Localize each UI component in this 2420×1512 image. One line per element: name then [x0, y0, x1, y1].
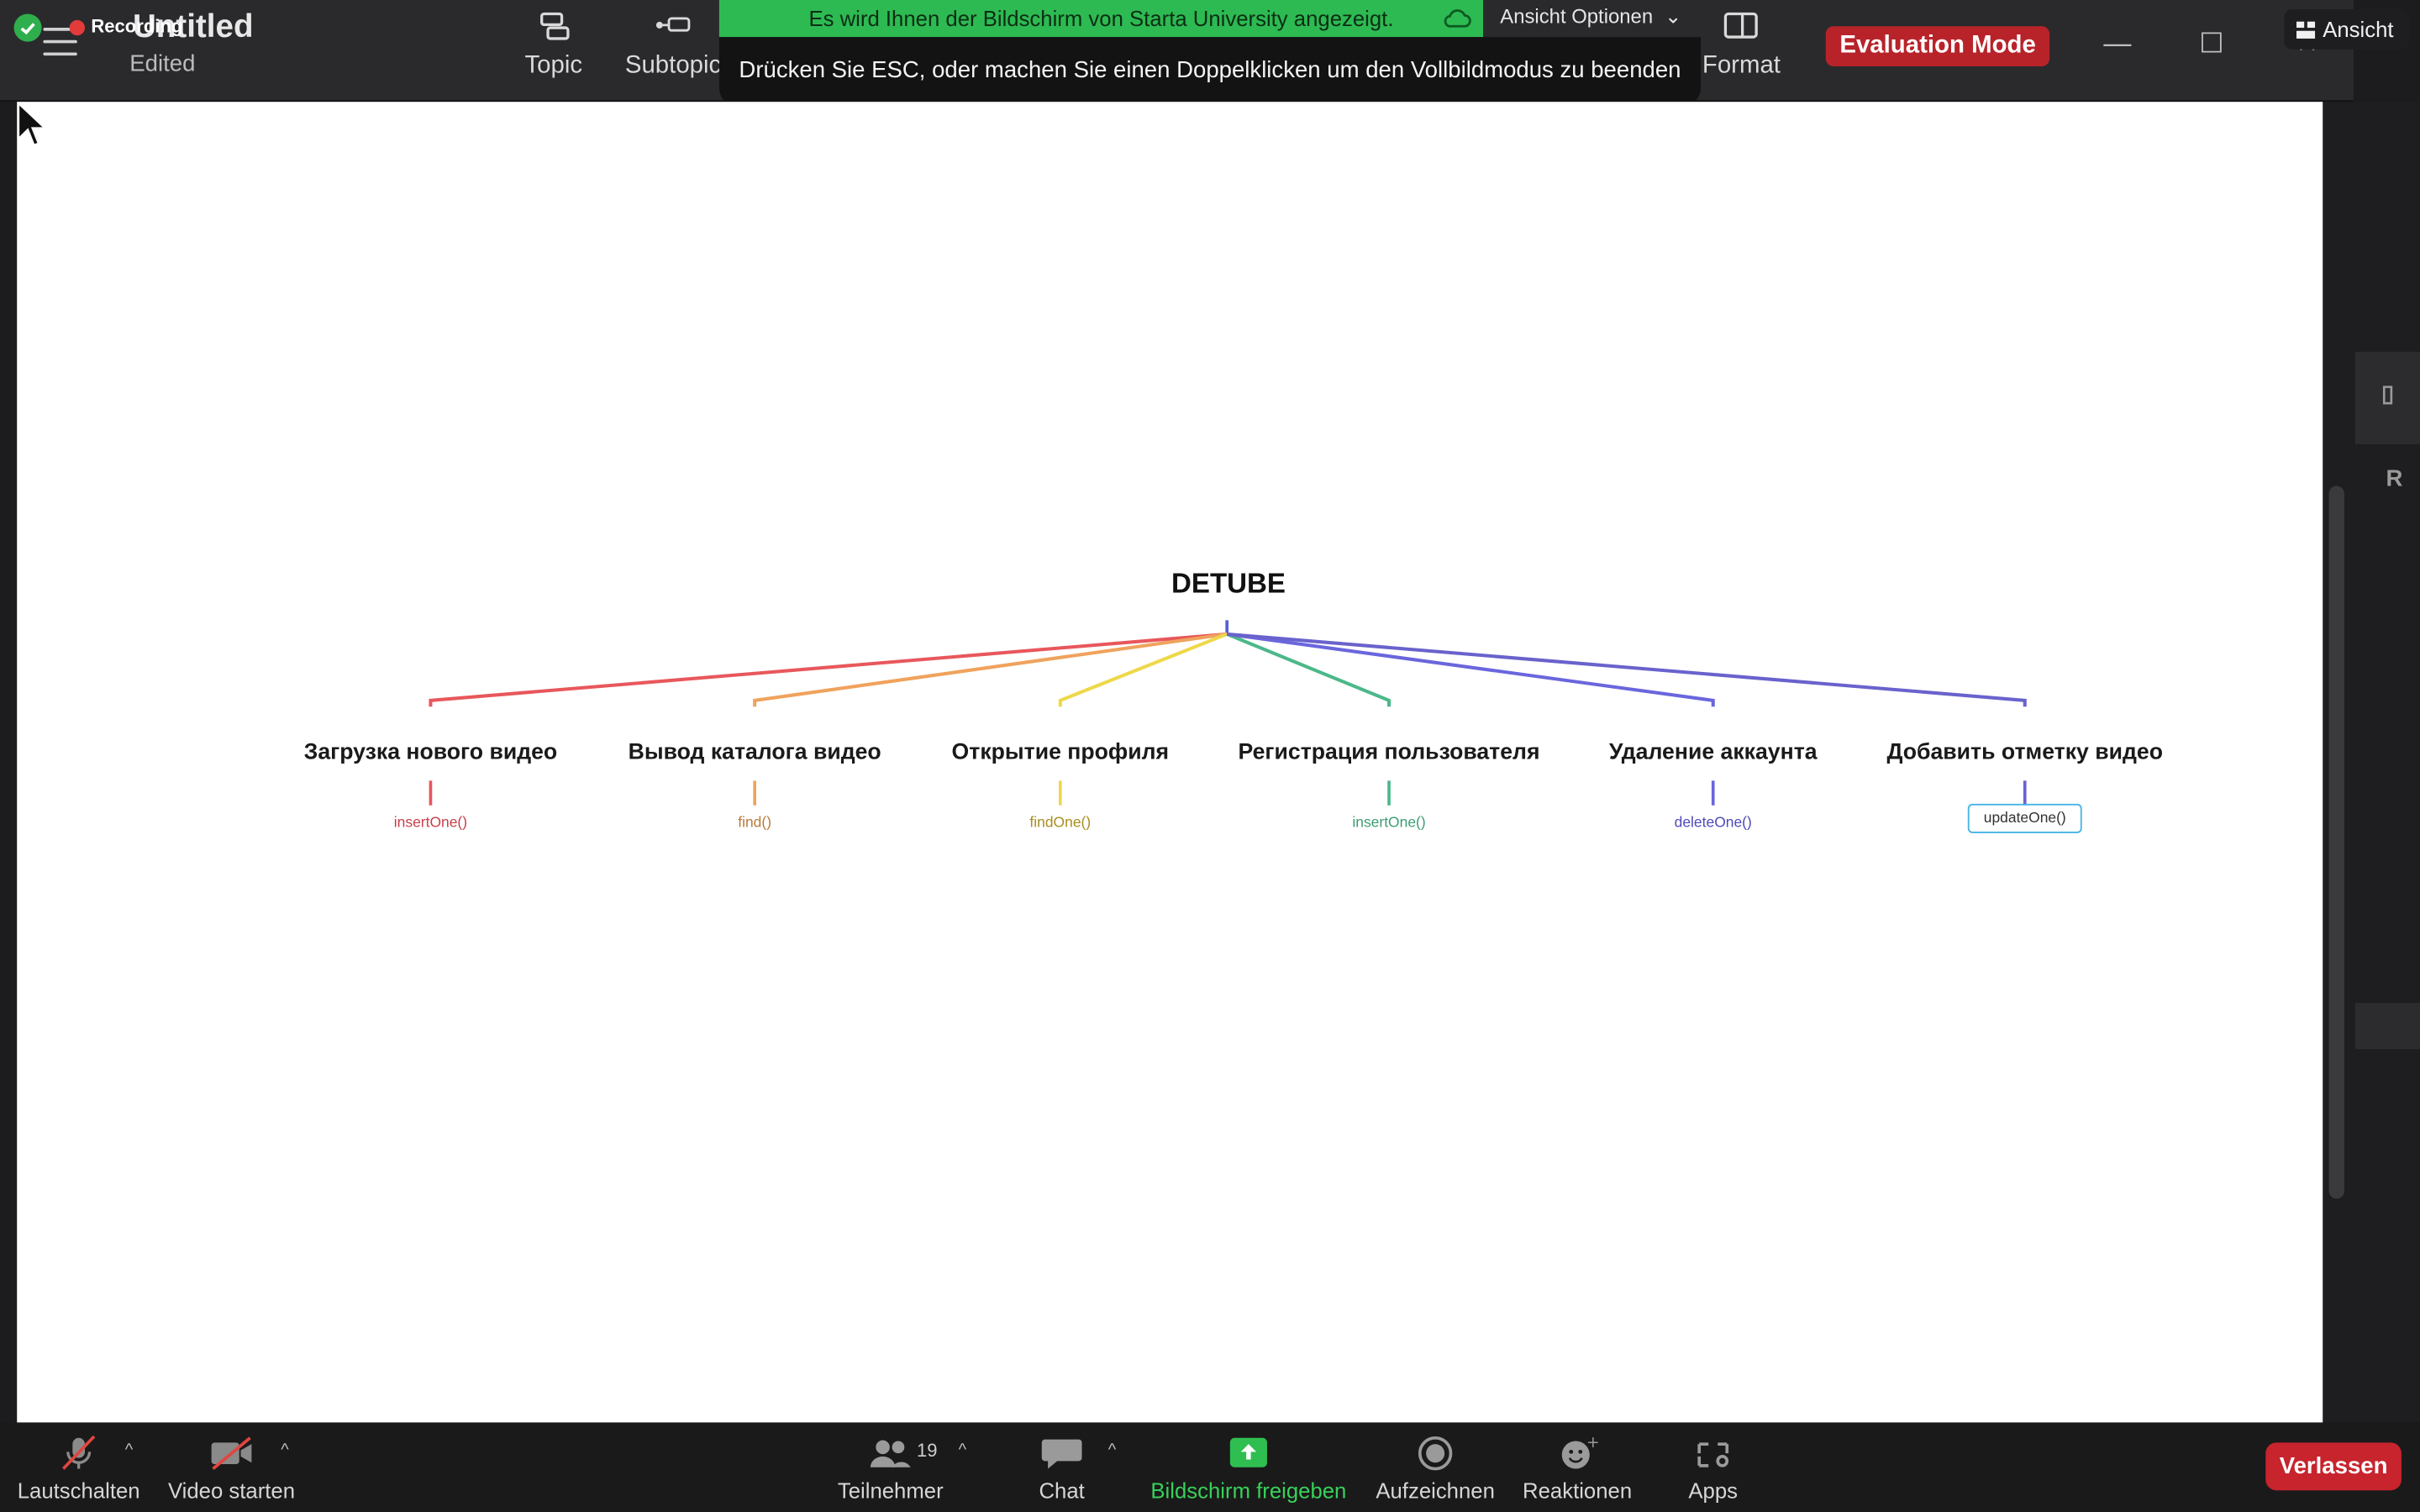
- format-panel-icon: [1702, 9, 1781, 46]
- format-label: Format: [1702, 52, 1781, 79]
- start-video-label: Video starten: [167, 1478, 296, 1503]
- subtopic-node[interactable]: find(): [677, 815, 832, 832]
- maximize-icon[interactable]: ☐: [2193, 24, 2230, 61]
- subtopic-button[interactable]: Subtopic: [625, 9, 721, 80]
- panel-letter-icon: R: [2386, 465, 2403, 492]
- subtopic-node[interactable]: findOne(): [983, 815, 1138, 832]
- topic-label: Topic: [524, 52, 583, 79]
- central-topic[interactable]: DETUBE: [1082, 568, 1376, 601]
- branch-topic[interactable]: Открытие профиля: [883, 741, 1238, 765]
- branch-topic[interactable]: Удаление аккаунта: [1536, 741, 1891, 765]
- subtopic-node[interactable]: updateOne(): [1967, 803, 2082, 833]
- cloud-icon: [1441, 6, 1472, 30]
- meeting-toolbar: Lautschalten ^ Video starten ^ Teilnehme…: [0, 1422, 2420, 1512]
- document-status: Edited: [129, 50, 196, 77]
- topic-button[interactable]: Topic: [524, 9, 582, 80]
- unmute-button[interactable]: Lautschalten: [15, 1435, 142, 1503]
- mouse-cursor-icon: [17, 102, 48, 147]
- view-button[interactable]: Ansicht: [2284, 9, 2409, 50]
- branch-topic[interactable]: Регистрация пользователя: [1212, 741, 1566, 765]
- branch-connector: [429, 632, 1228, 707]
- branch-topic[interactable]: Вывод каталога видео: [577, 741, 932, 765]
- format-button[interactable]: Format: [1702, 9, 1781, 80]
- subtopic-icon: [625, 9, 721, 46]
- apps-button[interactable]: Apps: [1679, 1435, 1747, 1503]
- branch-connector: [753, 632, 1228, 707]
- record-icon: [1370, 1435, 1500, 1472]
- recording-dot-icon: [69, 19, 86, 36]
- start-video-button[interactable]: Video starten: [166, 1435, 298, 1503]
- chevron-up-icon[interactable]: ^: [281, 1441, 288, 1459]
- share-screen-button[interactable]: Bildschirm freigeben: [1144, 1435, 1354, 1503]
- share-screen-icon: [1144, 1435, 1354, 1472]
- record-button[interactable]: Aufzeichnen: [1370, 1435, 1500, 1503]
- chevron-up-icon[interactable]: ^: [1108, 1441, 1116, 1459]
- apps-icon: [1679, 1435, 1747, 1472]
- subtopic-node[interactable]: insertOne(): [1312, 815, 1466, 832]
- grid-view-icon: [2296, 21, 2316, 39]
- video-off-icon: [166, 1435, 298, 1472]
- leave-meeting-button[interactable]: Verlassen: [2265, 1442, 2402, 1491]
- subtopic-node[interactable]: insertOne(): [354, 815, 508, 832]
- participant-count: 19: [916, 1439, 938, 1462]
- view-options-dropdown[interactable]: Ansicht Optionen ⌄: [1483, 0, 1700, 38]
- side-panel-strip: [2354, 1002, 2420, 1049]
- security-shield-icon[interactable]: [13, 13, 42, 42]
- unmute-label: Lautschalten: [17, 1478, 140, 1503]
- view-button-label: Ansicht: [2323, 17, 2394, 42]
- branch-connector: [1226, 632, 1715, 707]
- topic-icon: [524, 9, 582, 46]
- minimize-icon[interactable]: —: [2099, 24, 2136, 61]
- branch-connector: [1227, 632, 2027, 707]
- subtopic-label: Subtopic: [624, 52, 722, 79]
- apps-label: Apps: [1688, 1478, 1739, 1503]
- chevron-down-icon: ⌄: [1665, 4, 1682, 29]
- reactions-smiley-icon: +: [1518, 1434, 1636, 1472]
- chevron-up-icon[interactable]: ^: [959, 1441, 966, 1459]
- branch-topic[interactable]: Добавить отметку видео: [1848, 741, 2202, 765]
- panel-toggle-icon[interactable]: ▯: [2381, 380, 2394, 407]
- record-label: Aufzeichnen: [1376, 1478, 1495, 1503]
- screen-share-banner: Es wird Ihnen der Bildschirm von Starta …: [718, 0, 1484, 38]
- fullscreen-exit-tip: Drücken Sie ESC, oder machen Sie einen D…: [718, 37, 1702, 107]
- svg-text:+: +: [1586, 1435, 1599, 1452]
- recording-label: Recording: [91, 15, 183, 38]
- participants-label: Teilnehmer: [837, 1478, 944, 1503]
- reactions-button[interactable]: + Reaktionen: [1518, 1434, 1636, 1503]
- chat-icon: [1026, 1435, 1097, 1472]
- subtopic-node[interactable]: deleteOne(): [1636, 815, 1791, 832]
- chevron-up-icon[interactable]: ^: [125, 1441, 133, 1459]
- screen: Untitled Edited Topic Subtopic Format Ev…: [0, 0, 2420, 1512]
- evaluation-mode-badge[interactable]: Evaluation Mode: [1825, 26, 2050, 66]
- mindmap-canvas[interactable]: DETUBE Загрузка нового видео insertOne() В…: [17, 102, 2323, 1423]
- chat-label: Chat: [1039, 1478, 1085, 1503]
- canvas-scrollbar[interactable]: [2328, 486, 2344, 1200]
- reactions-label: Reaktionen: [1523, 1478, 1633, 1503]
- chat-button[interactable]: Chat: [1026, 1435, 1097, 1503]
- share-screen-label: Bildschirm freigeben: [1150, 1478, 1347, 1503]
- view-options-label: Ansicht Optionen: [1500, 4, 1654, 29]
- branch-topic[interactable]: Загрузка нового видео: [253, 741, 608, 765]
- microphone-muted-icon: [15, 1435, 142, 1472]
